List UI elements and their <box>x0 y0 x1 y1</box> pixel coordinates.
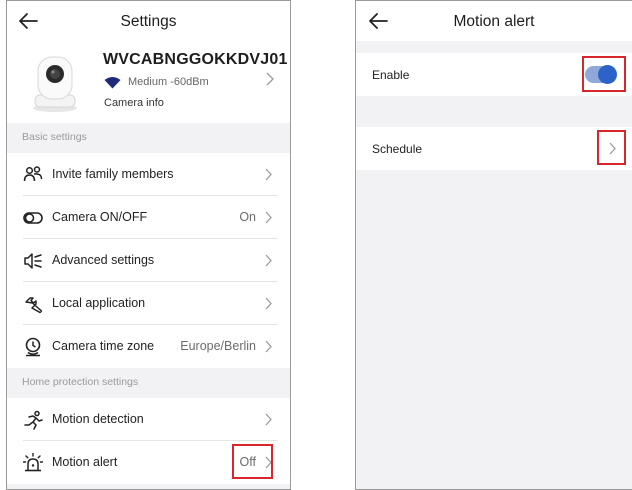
clock-pin-icon <box>25 337 41 357</box>
wifi-icon <box>104 77 121 89</box>
device-name: WVCABNGGOKKDVJ01 <box>103 51 288 68</box>
row-label: Motion alert <box>52 455 118 469</box>
chevron-right-icon <box>609 142 616 155</box>
chevron-right-icon <box>265 168 272 181</box>
camera-info-label: Camera info <box>104 97 164 109</box>
time-zone-value: Europe/Berlin <box>180 339 256 353</box>
enable-toggle[interactable] <box>585 65 617 84</box>
row-label: Advanced settings <box>52 253 155 267</box>
row-label: Invite family members <box>52 167 174 181</box>
row-enable: Enable <box>356 53 632 96</box>
chevron-right-icon <box>265 297 272 310</box>
schedule-label: Schedule <box>372 142 423 156</box>
section-header-basic: Basic settings <box>7 123 290 151</box>
chevron-right-icon <box>265 211 272 224</box>
row-label: Camera ON/OFF <box>52 210 148 224</box>
motion-alert-screen: Motion alert Enable Schedule <box>355 0 632 490</box>
toggle-icon <box>23 212 43 224</box>
row-advanced-settings[interactable]: Advanced settings <box>7 239 290 282</box>
section-header-home-protection: Home protection settings <box>7 368 290 396</box>
row-invite-family[interactable]: Invite family members <box>7 153 290 196</box>
chevron-right-icon <box>265 456 272 469</box>
wrench-icon <box>25 297 43 314</box>
signal-strength: Medium -60dBm <box>128 76 209 88</box>
toggle-knob <box>598 65 617 84</box>
alarm-icon <box>23 453 43 472</box>
page-title: Settings <box>120 13 177 30</box>
row-local-application[interactable]: Local application <box>7 282 290 325</box>
running-icon <box>24 410 43 430</box>
chevron-right-icon <box>265 254 272 267</box>
row-label: Camera time zone <box>52 339 155 353</box>
device-card[interactable]: WVCABNGGOKKDVJ01 Medium -60dBm Camera in… <box>7 41 290 123</box>
row-label: Motion detection <box>52 412 144 426</box>
row-motion-alert[interactable]: Motion alert Off <box>7 441 290 484</box>
settings-topbar: Settings <box>7 1 290 41</box>
enable-label: Enable <box>372 68 410 82</box>
row-label: Local application <box>52 296 146 310</box>
camera-image <box>33 56 77 112</box>
settings-screen: Settings WVCABNGGOKKDVJ01 Medium -60dBm … <box>6 0 291 490</box>
row-motion-detection[interactable]: Motion detection <box>7 398 290 441</box>
row-camera-on-off[interactable]: Camera ON/OFF On <box>7 196 290 239</box>
camera-status-value: On <box>239 210 256 224</box>
row-schedule[interactable]: Schedule <box>356 127 632 170</box>
motion-alert-value: Off <box>239 455 256 469</box>
people-icon <box>23 166 43 182</box>
page-title: Motion alert <box>453 13 535 30</box>
speaker-icon <box>24 253 42 269</box>
motion-alert-topbar: Motion alert <box>356 1 632 41</box>
chevron-right-icon <box>265 340 272 353</box>
row-camera-time-zone[interactable]: Camera time zone Europe/Berlin <box>7 325 290 368</box>
chevron-right-icon <box>266 72 274 86</box>
chevron-right-icon <box>265 413 272 426</box>
